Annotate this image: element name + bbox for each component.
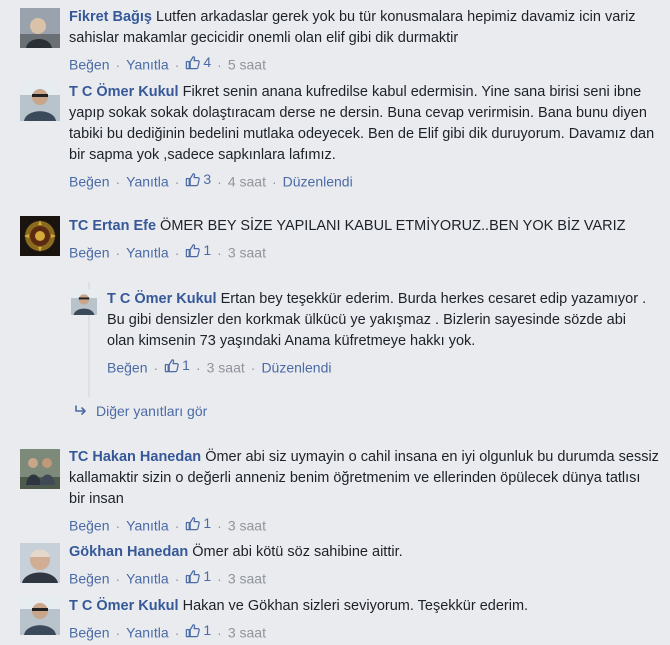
thumbs-up-icon (185, 623, 201, 638)
edited-link[interactable]: Düzenlendi (261, 360, 331, 376)
avatar[interactable] (20, 216, 60, 256)
comment-actions: Beğen · Yanıtla · 1 · 3 saat (69, 513, 266, 534)
reply-button[interactable]: Yanıtla (126, 518, 169, 534)
timestamp[interactable]: 3 saat (228, 518, 266, 534)
avatar[interactable] (20, 81, 60, 121)
comment-author[interactable]: TC Hakan Hanedan (69, 449, 201, 465)
timestamp[interactable]: 5 saat (228, 57, 266, 73)
comment-actions: Beğen · Yanıtla · 1 · 3 saat (69, 240, 266, 261)
like-button[interactable]: Beğen (69, 625, 109, 641)
comment-author[interactable]: T C Ömer Kukul (69, 84, 179, 100)
like-button[interactable]: Beğen (69, 518, 109, 534)
avatar[interactable] (71, 289, 97, 315)
thumbs-up-icon (185, 172, 201, 187)
comment-text: Ömer abi kötü söz sahibine aittir. (192, 544, 403, 560)
comment-text: Hakan ve Gökhan sizleri seviyorum. Teşek… (182, 598, 529, 614)
comment-actions: Beğen · Yanıtla · 1 · 3 saat (69, 620, 266, 641)
thumbs-up-icon (164, 358, 179, 373)
reply-button[interactable]: Yanıtla (126, 57, 169, 73)
like-button[interactable]: Beğen (69, 571, 109, 587)
timestamp[interactable]: 3 saat (228, 625, 266, 641)
timestamp[interactable]: 4 saat (228, 174, 266, 190)
like-button[interactable]: Beğen (69, 245, 109, 261)
timestamp[interactable]: 3 saat (228, 571, 266, 587)
thumbs-up-icon (185, 55, 201, 70)
like-count[interactable]: 1 (164, 355, 190, 375)
reply-button[interactable]: Yanıtla (126, 174, 169, 190)
comment-text: ÖMER BEY SİZE YAPILANI KABUL ETMİYORUZ..… (160, 218, 626, 234)
comment-actions: Beğen · Yanıtla · 4 · 5 saat (69, 52, 266, 73)
more-replies-link[interactable]: Diğer yanıtları gör (74, 403, 207, 419)
like-count[interactable]: 3 (185, 169, 211, 189)
thumbs-up-icon (185, 569, 201, 584)
avatar[interactable] (20, 8, 60, 48)
like-button[interactable]: Beğen (69, 57, 109, 73)
comment-author[interactable]: T C Ömer Kukul (107, 291, 217, 307)
comment-author[interactable]: T C Ömer Kukul (69, 598, 179, 614)
timestamp[interactable]: 3 saat (228, 245, 266, 261)
comment-actions: Beğen · Yanıtla · 1 · 3 saat (69, 566, 266, 587)
comment-actions: Beğen · 1 · 3 saat · Düzenlendi (107, 355, 332, 376)
like-count[interactable]: 1 (185, 513, 211, 533)
comment-author[interactable]: Fikret Bağış (69, 9, 152, 25)
like-count[interactable]: 4 (185, 52, 211, 72)
reply-button[interactable]: Yanıtla (126, 571, 169, 587)
thumbs-up-icon (185, 243, 201, 258)
avatar[interactable] (20, 449, 60, 489)
timestamp[interactable]: 3 saat (207, 360, 245, 376)
thumbs-up-icon (185, 516, 201, 531)
like-count[interactable]: 1 (185, 240, 211, 260)
reply-arrow-icon (75, 405, 86, 415)
comment-text: Lutfen arkadaslar gerek yok bu tür konus… (69, 9, 636, 46)
comment-feed: Fikret Bağış Lutfen arkadaslar gerek yok… (0, 0, 670, 645)
reply-button[interactable]: Yanıtla (126, 625, 169, 641)
edited-link[interactable]: Düzenlendi (283, 174, 353, 190)
avatar[interactable] (20, 543, 60, 583)
comment-author[interactable]: Gökhan Hanedan (69, 544, 188, 560)
like-count[interactable]: 1 (185, 620, 211, 640)
comment-author[interactable]: TC Ertan Efe (69, 218, 156, 234)
more-replies-label: Diğer yanıtları gör (96, 403, 208, 419)
like-button[interactable]: Beğen (69, 174, 109, 190)
reply-button[interactable]: Yanıtla (126, 245, 169, 261)
like-button[interactable]: Beğen (107, 360, 147, 376)
avatar[interactable] (20, 595, 60, 635)
comment-actions: Beğen · Yanıtla · 3 · 4 saat · Düzenlendi (69, 169, 353, 190)
like-count[interactable]: 1 (185, 566, 211, 586)
